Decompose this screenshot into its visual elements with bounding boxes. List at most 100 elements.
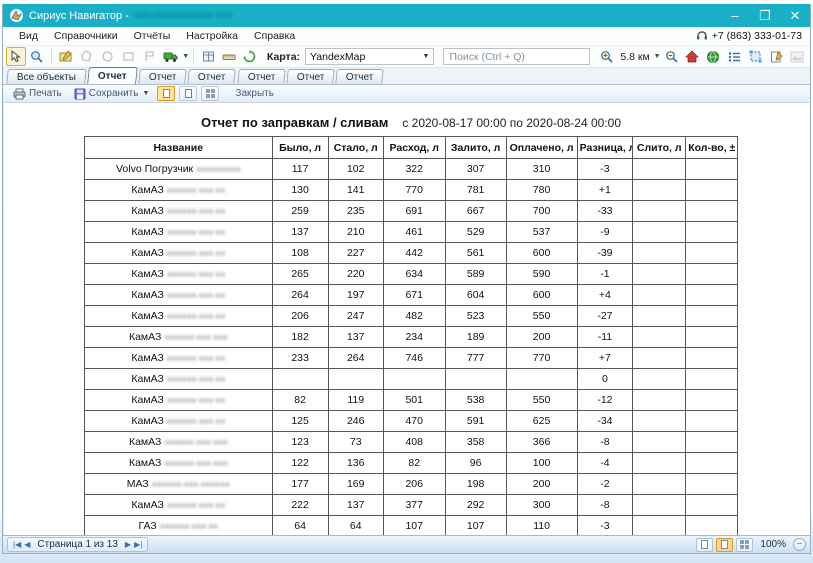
zoom-out-button[interactable]: − [793,538,806,551]
vehicle-plate-redacted: ●●●●●● ●●● ●● [167,227,225,237]
pointer-tool-button[interactable] [6,47,26,66]
vehicle-plate-redacted: ●●●●●● ●●● ●●● [164,458,227,468]
value-cell: 604 [445,285,506,306]
value-cell [445,369,506,390]
layout-fit-button[interactable] [716,538,733,552]
selection-area-button[interactable] [745,47,765,66]
scale-dropdown-caret[interactable]: ▼ [654,53,661,60]
tab-report-3[interactable]: Отчет [187,69,236,84]
table-row: МАЗ ●●●●●● ●●● ●●●●●●177169206198200-2 [85,474,738,495]
layout-thumbs-button[interactable] [736,538,753,552]
value-cell: 600 [506,285,577,306]
prev-page-button[interactable]: ◀ [24,540,30,549]
route-tool-button[interactable] [139,47,159,66]
value-cell: 470 [383,411,445,432]
circle-tool-button[interactable] [98,47,118,66]
tab-report-active[interactable]: Отчет [87,67,138,84]
home-button[interactable] [683,47,703,66]
app-icon [9,8,24,23]
vehicle-name: КамАЗ [131,226,163,238]
value-cell [328,369,383,390]
save-button[interactable]: Сохранить ▼ [70,87,154,101]
view-fit-page-toggle[interactable] [179,86,197,101]
vehicle-name: КамАЗ [129,457,161,469]
menu-item-settings[interactable]: Настройка [178,28,246,44]
vehicle-name-cell: КамАЗ ●●●●●● ●●● ●● [85,306,273,327]
tab-all-objects[interactable]: Все объекты [6,69,87,84]
value-cell: -8 [577,495,633,516]
globe-icon[interactable] [703,47,723,66]
value-cell: 234 [383,327,445,348]
tab-report-5[interactable]: Отчет [286,69,335,84]
polygon-tool-button[interactable] [77,47,97,66]
value-cell: -8 [577,432,633,453]
page-icon [185,89,192,98]
tab-report-2[interactable]: Отчет [138,69,187,84]
vehicle-name: КамАЗ [129,436,161,448]
zoom-tool-button[interactable] [27,47,47,66]
vehicle-name-cell: МАЗ ●●●●●● ●●● ●●●●●● [85,474,273,495]
report-page: Отчет по заправкам / сливам с 2020-08-17… [3,103,810,535]
column-header: Разница, л [577,137,633,159]
vehicle-name: КамАЗ [131,247,163,259]
titlebar: Сириус Навигатор - ●●● ●●●●●●●●●●● ●●● –… [3,4,810,27]
menu-item-directories[interactable]: Справочники [46,28,126,44]
vehicle-plate-redacted: ●●●●●● ●●● ●●● [164,437,227,447]
tab-report-6[interactable]: Отчет [336,69,385,84]
image-button[interactable] [787,47,807,66]
value-cell: 233 [272,348,328,369]
value-cell: 307 [445,159,506,180]
last-page-button[interactable]: ▶| [134,540,142,549]
value-cell: 222 [272,495,328,516]
value-cell: 82 [272,390,328,411]
value-cell: 235 [328,201,383,222]
value-cell: 550 [506,306,577,327]
vehicle-name-cell: КамАЗ ●●●●●● ●●● ●● [85,390,273,411]
table-row: КамАЗ ●●●●●● ●●● ●●130141770781780+1 [85,180,738,201]
report-toolbar: Печать Сохранить ▼ Закрыть [3,85,810,103]
tab-report-4[interactable]: Отчет [237,69,286,84]
list-button[interactable] [724,47,744,66]
value-cell: -12 [577,390,633,411]
value-cell: +1 [577,180,633,201]
menu-item-help[interactable]: Справка [246,28,303,44]
grid-button[interactable] [198,47,218,66]
layout-single-button[interactable] [696,538,713,552]
map-select[interactable]: YandexMap ▼ [305,48,434,65]
zoom-out-icon[interactable] [662,47,682,66]
report-period: с 2020-08-17 00:00 по 2020-08-24 00:00 [402,116,621,130]
close-button[interactable]: ✕ [780,4,810,27]
edit-map-button[interactable] [56,47,76,66]
view-single-page-toggle[interactable] [157,86,175,101]
ruler-button[interactable] [219,47,239,66]
view-multi-page-toggle[interactable] [201,86,219,101]
minimize-button[interactable]: – [720,4,750,27]
vehicle-name: КамАЗ [131,352,163,364]
value-cell: 130 [272,180,328,201]
value-cell: 119 [328,390,383,411]
value-cell: 123 [272,432,328,453]
maximize-button[interactable]: ❐ [750,4,780,27]
value-cell: 198 [445,474,506,495]
value-cell [686,180,738,201]
menu-item-reports[interactable]: Отчёты [126,28,179,44]
map-select-value: YandexMap [310,51,365,63]
value-cell: 200 [506,327,577,348]
refresh-button[interactable] [240,47,260,66]
next-page-button[interactable]: ▶ [125,540,131,549]
close-report-button[interactable]: Закрыть [231,87,278,100]
first-page-button[interactable]: |◀ [13,540,21,549]
edit-note-button[interactable] [766,47,786,66]
print-button[interactable]: Печать [9,87,66,101]
zoom-in-icon[interactable] [597,47,617,66]
save-dropdown-caret[interactable]: ▼ [142,90,149,97]
truck-dropdown-caret[interactable]: ▼ [182,53,189,60]
value-cell [686,348,738,369]
value-cell: 206 [383,474,445,495]
truck-button[interactable] [160,47,180,66]
value-cell [633,285,686,306]
menu-item-view[interactable]: Вид [11,28,46,44]
search-input[interactable] [443,48,590,65]
value-cell [686,495,738,516]
rectangle-tool-button[interactable] [119,47,139,66]
